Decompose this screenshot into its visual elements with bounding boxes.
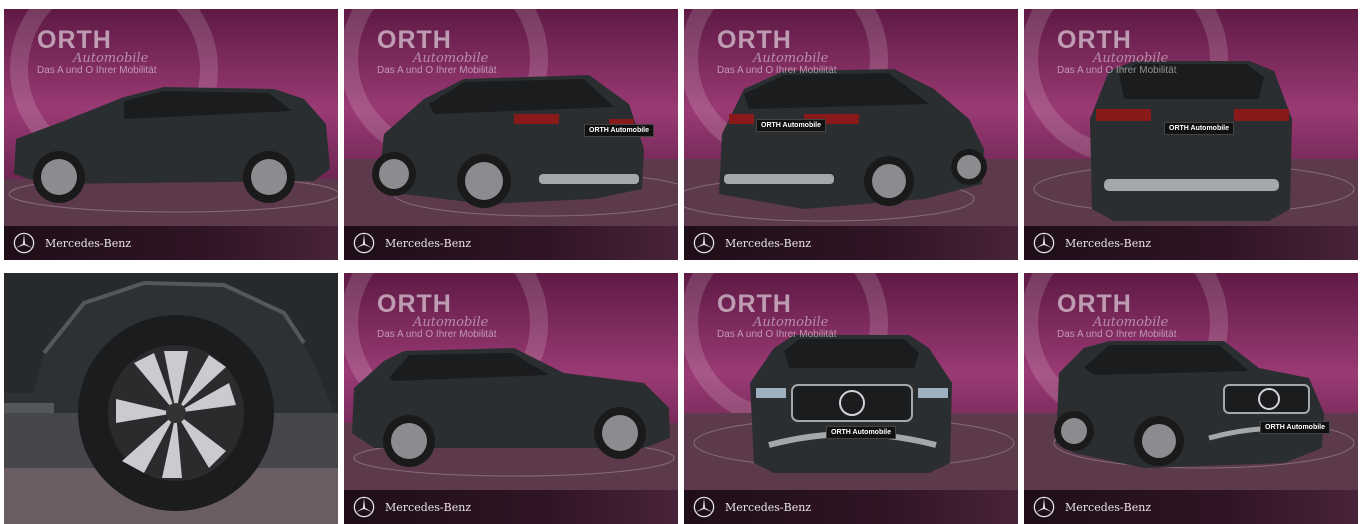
license-plate: ORTH Automobile	[1164, 122, 1235, 135]
footer-brand-label: Mercedes-Benz	[725, 236, 812, 250]
image-footer: Mercedes-Benz	[684, 226, 1018, 260]
dealer-logo: ORTH Automobile Das A und O Ihrer Mobili…	[1057, 290, 1177, 340]
dealer-logo: ORTH Automobile Das A und O Ihrer Mobili…	[717, 26, 837, 76]
license-plate: ORTH Automobile	[756, 119, 827, 132]
dealer-logo: ORTH Automobile Das A und O Ihrer Mobili…	[1057, 26, 1177, 76]
footer-brand-label: Mercedes-Benz	[45, 236, 132, 250]
dealer-logo: ORTH Automobile Das A und O Ihrer Mobili…	[377, 26, 497, 76]
image-footer: Mercedes-Benz	[4, 226, 338, 260]
license-plate: ORTH Automobile	[826, 426, 897, 439]
vehicle-photo-gallery: ORTH Automobile Das A und O Ihrer Mobili…	[0, 0, 1365, 524]
car-photo-wheel-detail	[4, 273, 338, 524]
gallery-image-6[interactable]: ORTH Automobile Das A und O Ihrer Mobili…	[344, 273, 678, 524]
mercedes-star-icon	[693, 232, 715, 254]
footer-brand-label: Mercedes-Benz	[385, 236, 472, 250]
footer-brand-label: Mercedes-Benz	[725, 500, 812, 514]
gallery-image-5[interactable]	[4, 273, 338, 524]
image-footer: Mercedes-Benz	[684, 490, 1018, 524]
license-plate: ORTH Automobile	[584, 124, 655, 137]
dealer-logo: ORTH Automobile Das A und O Ihrer Mobili…	[377, 290, 497, 340]
mercedes-star-icon	[1033, 232, 1055, 254]
mercedes-star-icon	[693, 496, 715, 518]
mercedes-star-icon	[353, 496, 375, 518]
mercedes-star-icon	[1033, 496, 1055, 518]
footer-brand-label: Mercedes-Benz	[1065, 500, 1152, 514]
image-footer: Mercedes-Benz	[344, 226, 678, 260]
license-plate: ORTH Automobile	[1260, 421, 1331, 434]
gallery-image-4[interactable]: ORTH Automobile Das A und O Ihrer Mobili…	[1024, 9, 1358, 260]
dealer-logo: ORTH Automobile Das A und O Ihrer Mobili…	[37, 26, 157, 76]
gallery-image-7[interactable]: ORTH Automobile Das A und O Ihrer Mobili…	[684, 273, 1018, 524]
footer-brand-label: Mercedes-Benz	[385, 500, 472, 514]
image-footer: Mercedes-Benz	[1024, 226, 1358, 260]
image-footer: Mercedes-Benz	[1024, 490, 1358, 524]
gallery-image-1[interactable]: ORTH Automobile Das A und O Ihrer Mobili…	[4, 9, 338, 260]
mercedes-star-icon	[353, 232, 375, 254]
dealer-logo: ORTH Automobile Das A und O Ihrer Mobili…	[717, 290, 837, 340]
gallery-image-8[interactable]: ORTH Automobile Das A und O Ihrer Mobili…	[1024, 273, 1358, 524]
gallery-image-3[interactable]: ORTH Automobile Das A und O Ihrer Mobili…	[684, 9, 1018, 260]
mercedes-star-icon	[13, 232, 35, 254]
gallery-image-2[interactable]: ORTH Automobile Das A und O Ihrer Mobili…	[344, 9, 678, 260]
footer-brand-label: Mercedes-Benz	[1065, 236, 1152, 250]
image-footer: Mercedes-Benz	[344, 490, 678, 524]
